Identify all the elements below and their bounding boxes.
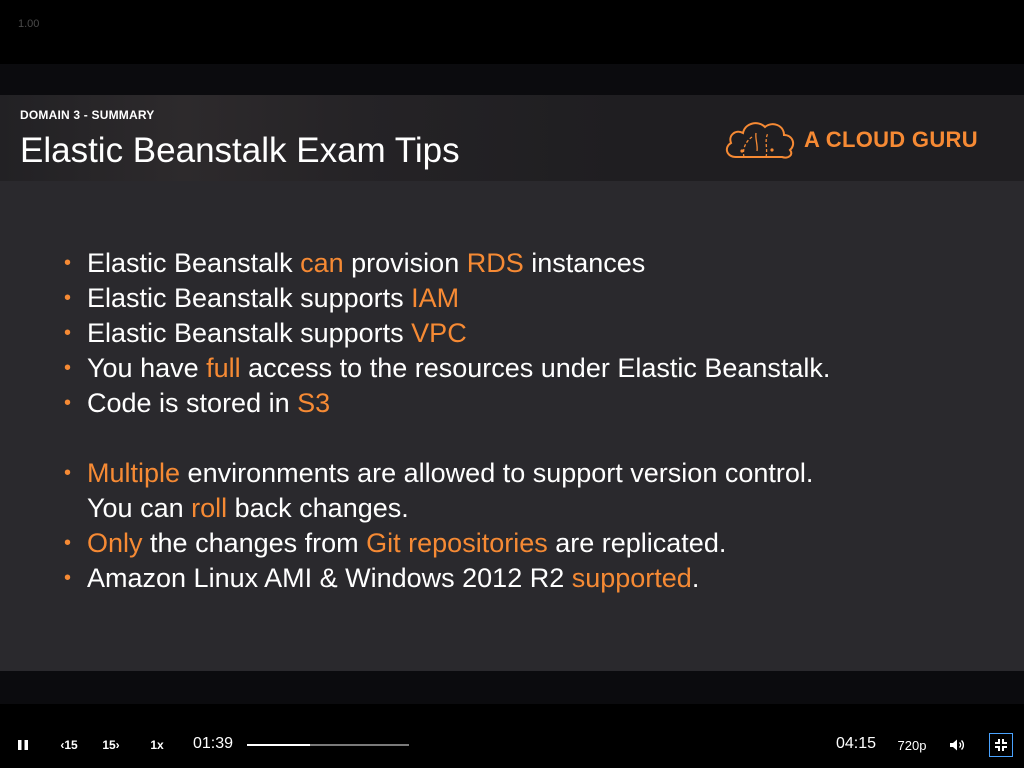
- bullet-text: provision: [343, 248, 467, 278]
- highlight-text: S3: [297, 388, 331, 418]
- bullet-text: Elastic Beanstalk supports: [87, 283, 412, 313]
- bullet-text: instances: [523, 248, 646, 278]
- current-time: 01:39: [193, 735, 234, 752]
- forward-15-button[interactable]: 15 ›: [94, 722, 128, 768]
- pause-button[interactable]: [10, 722, 36, 768]
- bullet-text: Code is stored in: [87, 388, 298, 418]
- bullet-text: You can: [87, 493, 192, 523]
- bullet-text: Elastic Beanstalk: [87, 248, 301, 278]
- highlight-text: can: [300, 248, 344, 278]
- cloud-logo-icon: [725, 122, 795, 159]
- progress-bar[interactable]: [247, 744, 409, 746]
- control-bar: ‹ 15 15 › 1x 01:39 04:15 720p: [0, 722, 1024, 768]
- playback-speed-button[interactable]: 1x: [144, 722, 170, 768]
- bullet-item: • Code is stored in S3: [60, 386, 960, 421]
- bullet-text: You have: [87, 353, 207, 383]
- bullet-dot-icon: •: [64, 462, 72, 484]
- bullet-text: back changes.: [227, 493, 409, 523]
- quality-button[interactable]: 720p: [895, 722, 929, 768]
- bullet-dot-icon: •: [64, 322, 72, 344]
- bullet-item: • Multiple environments are allowed to su…: [60, 456, 960, 491]
- rewind-label: 15: [64, 738, 78, 752]
- slide-header: DOMAIN 3 - SUMMARY Elastic Beanstalk Exa…: [0, 95, 1024, 181]
- highlight-text: full: [206, 353, 241, 383]
- highlight-text: roll: [191, 493, 228, 523]
- pause-icon: [18, 740, 28, 750]
- highlight-text: Git repositories: [366, 528, 548, 558]
- brand: A CLOUD GURU: [722, 117, 978, 163]
- rewind-15-button[interactable]: ‹ 15: [52, 722, 86, 768]
- brand-name: A CLOUD GURU: [804, 127, 978, 152]
- bullet-item: • Only the changes from Git repositories …: [60, 526, 960, 561]
- bullet-text: environments are allowed to support vers…: [180, 458, 814, 488]
- bullet-text: access to the resources under Elastic Be…: [240, 353, 831, 383]
- duration: 04:15: [836, 735, 877, 752]
- bullet-dot-icon: •: [64, 532, 72, 554]
- bullet-text: .: [691, 563, 700, 593]
- exit-fullscreen-icon: [995, 739, 1007, 751]
- highlight-text: VPC: [411, 318, 467, 348]
- forward-label: 15: [102, 738, 116, 752]
- bullet-item: • Amazon Linux AMI & Windows 2012 R2 supp…: [60, 561, 960, 596]
- volume-button[interactable]: [944, 722, 970, 768]
- domain-label: DOMAIN 3 - SUMMARY: [20, 108, 155, 122]
- speed-overlay: 1.00: [18, 18, 40, 30]
- bullet-item: • You have full access to the resources u…: [60, 351, 960, 386]
- bullet-text: Amazon Linux AMI & Windows 2012 R2: [87, 563, 572, 593]
- volume-icon: [950, 739, 965, 751]
- bullet-dot-icon: •: [64, 567, 72, 589]
- highlight-text: Only: [87, 528, 143, 558]
- slide: DOMAIN 3 - SUMMARY Elastic Beanstalk Exa…: [0, 95, 1024, 671]
- bullet-text: are replicated.: [547, 528, 727, 558]
- bullet-item: • Elastic Beanstalk can provision RDS ins…: [60, 246, 960, 281]
- bullet-item: • Elastic Beanstalk supports VPC: [60, 316, 960, 351]
- video-player[interactable]: 1.00 DOMAIN 3 - SUMMARY Elastic Beanstal…: [0, 0, 1024, 768]
- bullet-text: Elastic Beanstalk supports: [87, 318, 412, 348]
- bullet-text: the changes from: [142, 528, 367, 558]
- highlight-text: RDS: [466, 248, 524, 278]
- progress-fill: [247, 744, 310, 746]
- highlight-text: Multiple: [87, 458, 181, 488]
- bullet-item: • Elastic Beanstalk supports IAM: [60, 281, 960, 316]
- bullet-dot-icon: •: [64, 287, 72, 309]
- bullet-dot-icon: •: [64, 252, 72, 274]
- highlight-text: supported: [571, 563, 692, 593]
- bullet-spacer: [60, 421, 960, 456]
- bullet-dot-icon: •: [64, 357, 72, 379]
- slide-title: Elastic Beanstalk Exam Tips: [20, 131, 460, 170]
- exit-fullscreen-button[interactable]: [989, 733, 1013, 757]
- bullet-continuation: You can roll back changes.: [60, 491, 960, 526]
- bullet-dot-icon: •: [64, 392, 72, 414]
- bullet-list: • Elastic Beanstalk can provision RDS ins…: [60, 246, 960, 596]
- highlight-text: IAM: [411, 283, 460, 313]
- forward-15-icon: ›: [115, 738, 120, 752]
